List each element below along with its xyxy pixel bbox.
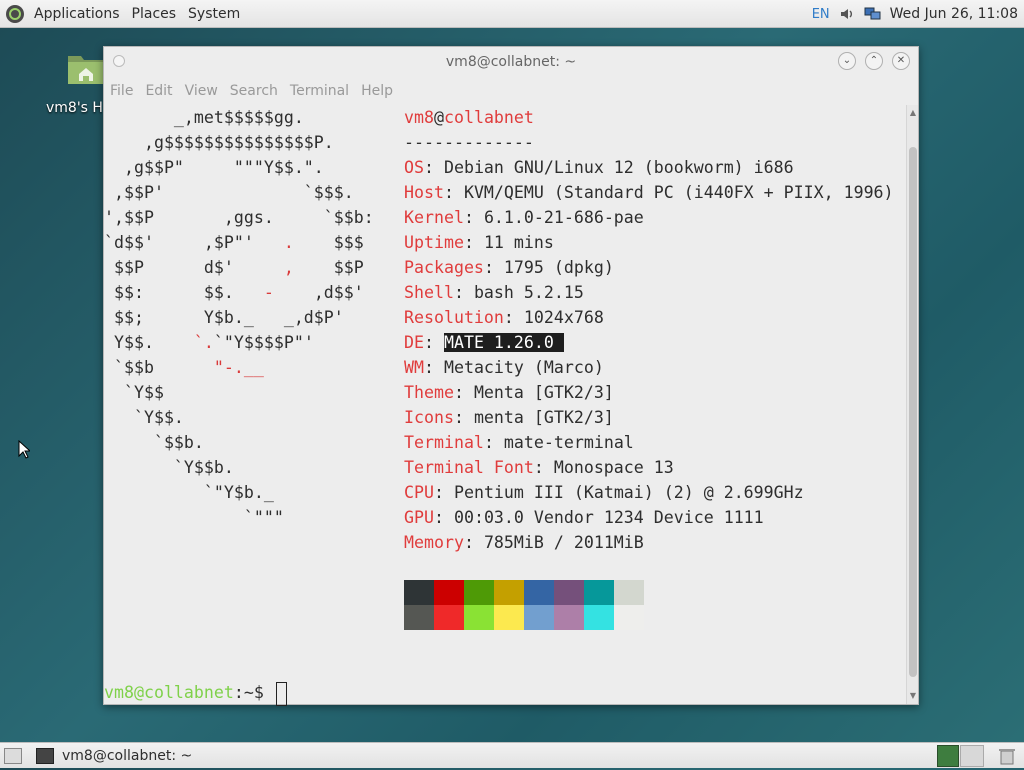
palette-swatch [554,605,584,630]
info-os: OS: Debian GNU/Linux 12 (bookworm) i686 [404,158,794,177]
window-titlebar[interactable]: vm8@collabnet: ~ ⌄ ⌃ ✕ [104,47,918,77]
text-cursor [275,681,287,706]
system-tray: EN Wed Jun 26, 11:08 [812,0,1024,28]
palette-swatch [524,605,554,630]
places-menu[interactable]: Places [126,6,183,22]
top-panel: Applications Places System EN Wed Jun 26… [0,0,1024,28]
info-resolution: Resolution: 1024x768 [404,308,604,327]
home-folder-icon [66,50,106,86]
menu-file[interactable]: File [110,83,133,99]
palette-swatch [434,580,464,605]
menu-terminal[interactable]: Terminal [290,83,349,99]
keyboard-layout-indicator[interactable]: EN [812,7,830,22]
home-folder-label: vm8's H [46,100,102,116]
selected-text: MATE 1.26.0 [443,333,554,352]
info-terminal: Terminal: mate-terminal [404,433,634,452]
info-cpu: CPU: Pentium III (Katmai) (2) @ 2.699GHz [404,483,804,502]
palette-swatch [464,580,494,605]
info-memory: Memory: 785MiB / 2011MiB [404,533,644,552]
menu-view[interactable]: View [185,83,218,99]
palette-swatch [524,580,554,605]
palette-swatch [584,605,614,630]
minimize-button[interactable]: ⌄ [838,52,856,70]
menu-edit[interactable]: Edit [145,83,172,99]
system-menu[interactable]: System [182,6,246,22]
mouse-pointer-icon [18,439,32,464]
palette-swatch [614,580,644,605]
applications-menu[interactable]: Applications [28,6,126,22]
terminal-output[interactable]: _,met$$$$$gg. ,g$$$$$$$$$$$$$$$P. ,g$$P"… [104,105,906,706]
close-button[interactable]: ✕ [892,52,910,70]
mate-logo-icon[interactable] [6,4,24,23]
info-shell: Shell: bash 5.2.15 [404,283,584,302]
info-gpu: GPU: 00:03.0 Vendor 1234 Device 1111 [404,508,764,527]
system-info: vm8@collabnet ------------- OS: Debian G… [404,105,894,555]
network-icon[interactable] [864,5,882,23]
palette-swatch [464,605,494,630]
taskbar-terminal-label: vm8@collabnet: ~ [62,748,193,764]
palette-swatch [494,580,524,605]
info-terminal-font: Terminal Font: Monospace 13 [404,458,674,477]
info-host: Host: KVM/QEMU (Standard PC (i440FX + PI… [404,183,894,202]
info-header: vm8@collabnet [404,108,534,127]
palette-swatch [554,580,584,605]
window-menu-icon[interactable] [113,55,125,67]
scrollbar-thumb[interactable] [909,147,917,677]
terminal-menubar: File Edit View Search Terminal Help [104,77,399,105]
info-separator: ------------- [404,133,534,152]
info-uptime: Uptime: 11 mins [404,233,554,252]
maximize-button[interactable]: ⌃ [865,52,883,70]
palette-swatch [494,605,524,630]
color-palette [404,580,644,630]
info-theme: Theme: Menta [GTK2/3] [404,383,614,402]
palette-row-bright [404,605,644,630]
bottom-panel: vm8@collabnet: ~ [0,742,1024,768]
info-packages: Packages: 1795 (dpkg) [404,258,614,277]
taskbar-terminal-button[interactable]: vm8@collabnet: ~ [36,745,192,767]
volume-icon[interactable] [838,5,856,23]
palette-swatch [404,580,434,605]
debian-ascii-logo: _,met$$$$$gg. ,g$$$$$$$$$$$$$$$P. ,g$$P"… [104,108,374,527]
info-kernel: Kernel: 6.1.0-21-686-pae [404,208,644,227]
palette-row-normal [404,580,644,605]
window-title: vm8@collabnet: ~ [445,54,577,70]
workspace-1-button[interactable] [937,745,959,767]
trash-icon[interactable] [996,746,1018,766]
palette-swatch [434,605,464,630]
terminal-window: vm8@collabnet: ~ ⌄ ⌃ ✕ File Edit View Se… [103,46,919,706]
menu-help[interactable]: Help [361,83,393,99]
info-de: DE: MATE 1.26.0 [404,330,894,355]
terminal-scrollbar[interactable]: ▲ ▼ [906,105,918,704]
show-desktop-button[interactable] [4,748,22,764]
shell-prompt[interactable]: vm8@collabnet:~$ [104,680,287,706]
palette-swatch [614,605,644,630]
palette-swatch [404,605,434,630]
scroll-up-arrow-icon[interactable]: ▲ [907,107,919,119]
scroll-down-arrow-icon[interactable]: ▼ [907,690,919,702]
menu-search[interactable]: Search [230,83,278,99]
clock[interactable]: Wed Jun 26, 11:08 [890,6,1018,22]
palette-swatch [584,580,614,605]
info-wm: WM: Metacity (Marco) [404,358,604,377]
info-icons: Icons: menta [GTK2/3] [404,408,614,427]
workspace-2-button[interactable] [960,745,984,767]
terminal-icon [36,748,54,764]
